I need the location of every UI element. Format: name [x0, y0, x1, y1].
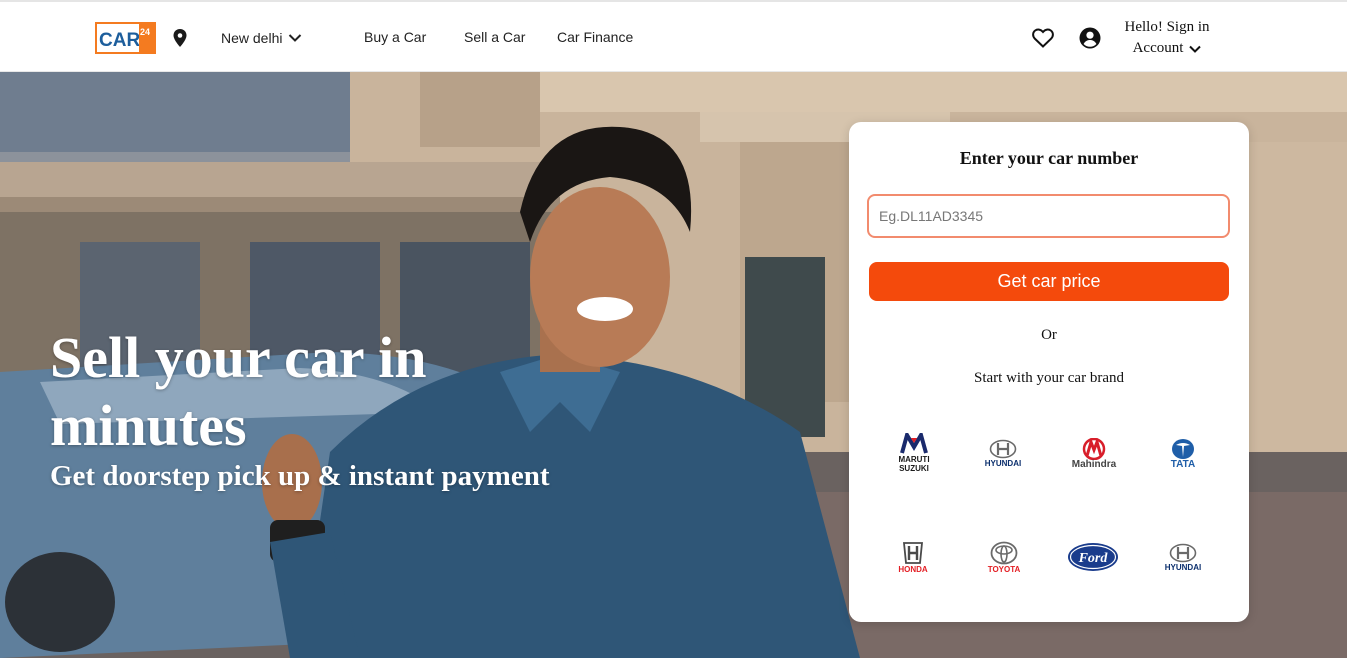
heart-icon[interactable]	[1032, 28, 1054, 48]
nav-buy-a-car[interactable]: Buy a Car	[364, 29, 426, 45]
brand-ford[interactable]: Ford	[1061, 532, 1125, 582]
sell-car-form-card: Enter your car number Get car price Or S…	[849, 122, 1249, 622]
brand-label: HYUNDAI	[984, 458, 1022, 468]
car-number-input[interactable]	[867, 194, 1230, 238]
nav-car-finance[interactable]: Car Finance	[557, 29, 633, 45]
cars24-logo[interactable]: CARS 24	[95, 22, 156, 54]
brand-label: MARUTI SUZUKI	[898, 455, 930, 473]
chevron-down-icon	[1189, 45, 1202, 53]
brand-heading: Start with your car brand	[974, 370, 1124, 386]
hyundai-logo-icon	[1169, 543, 1197, 562]
hero-title: Sell your car in minutes	[50, 325, 427, 458]
account-label: Account	[1132, 40, 1184, 56]
brand-label: Mahindra	[1071, 458, 1117, 470]
mahindra-logo-icon	[1082, 437, 1106, 460]
brand-label: Ford	[1078, 551, 1109, 566]
brand-toyota[interactable]: TOYOTA	[972, 532, 1036, 582]
ford-logo-icon: Ford	[1068, 543, 1118, 571]
get-car-price-button[interactable]: Get car price	[869, 262, 1229, 301]
brand-label: HYUNDAI	[1164, 562, 1202, 572]
hyundai-logo-icon	[989, 439, 1017, 458]
brand-label: HONDA	[898, 564, 928, 574]
honda-logo-icon	[903, 541, 923, 564]
brand-honda[interactable]: HONDA	[881, 532, 945, 582]
brand-maruti-suzuki[interactable]: MARUTI SUZUKI	[882, 428, 946, 478]
brand-tata[interactable]: TATA	[1151, 428, 1215, 478]
city-selector[interactable]: New delhi	[221, 30, 302, 46]
location-pin-icon[interactable]	[173, 29, 187, 47]
sign-in-account-menu[interactable]: Hello! Sign in Account	[1121, 17, 1213, 59]
city-label: New delhi	[221, 30, 283, 46]
chevron-down-icon	[289, 34, 302, 42]
top-navigation-bar: CARS 24 New delhi Buy a Car Sell a Car C…	[0, 0, 1347, 72]
signin-greeting: Hello! Sign in	[1124, 19, 1210, 35]
brand-mahindra[interactable]: Mahindra	[1062, 428, 1126, 478]
brand-label: TATA	[1170, 458, 1196, 470]
toyota-logo-icon	[990, 541, 1018, 564]
logo-badge: 24	[140, 27, 150, 37]
hero-subtitle: Get doorstep pick up & instant payment	[50, 460, 550, 492]
brand-hyundai[interactable]: HYUNDAI	[1151, 532, 1215, 582]
tata-logo-icon	[1172, 438, 1194, 459]
brand-hyundai[interactable]: HYUNDAI	[971, 428, 1035, 478]
nav-sell-a-car[interactable]: Sell a Car	[464, 29, 525, 45]
account-icon[interactable]	[1079, 27, 1101, 49]
or-divider: Or	[1041, 327, 1057, 343]
card-title: Enter your car number	[959, 148, 1139, 168]
maruti-suzuki-logo-icon	[900, 433, 928, 455]
brand-label: TOYOTA	[987, 564, 1021, 574]
